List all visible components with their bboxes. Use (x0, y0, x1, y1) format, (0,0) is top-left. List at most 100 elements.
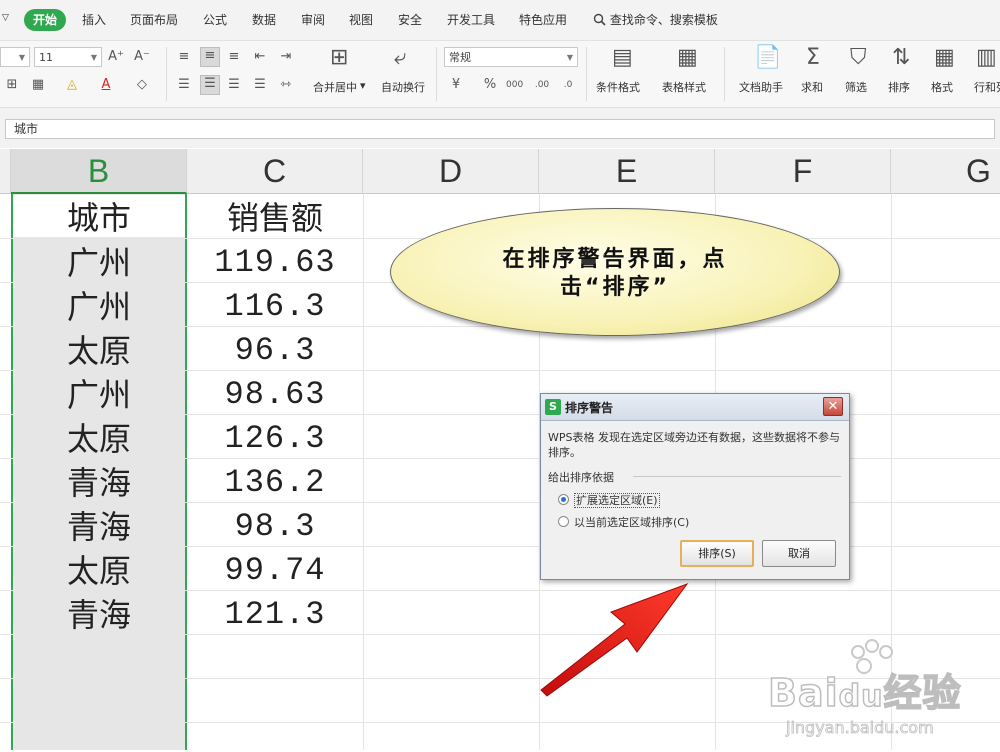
column-header-e[interactable]: E (539, 149, 715, 194)
sum-icon[interactable]: Σ (806, 47, 820, 69)
column-header-c[interactable]: C (187, 149, 363, 194)
doc-assistant-button[interactable]: 文档助手 (739, 79, 783, 95)
wps-logo-icon: S (545, 399, 561, 415)
font-name-combo[interactable]: ▼ (0, 47, 30, 67)
column-header-b[interactable]: B (11, 149, 187, 194)
justify-icon[interactable]: ☰ (252, 77, 268, 93)
doc-assistant-icon[interactable]: 📄 (754, 47, 781, 69)
callout-line-1: 在排序警告界面，点 (502, 247, 728, 272)
indent-increase-icon[interactable]: ⇥ (278, 49, 294, 65)
conditional-format-icon[interactable]: ▤ (612, 47, 633, 69)
tab-view[interactable]: 视图 (349, 11, 373, 28)
tab-home[interactable]: 开始 (24, 9, 66, 31)
chevron-down-icon: ▼ (90, 53, 97, 62)
menu-dropdown-icon[interactable]: ▽ (2, 13, 9, 23)
radio-current-selection[interactable] (558, 516, 569, 527)
cell-c7[interactable]: 136.2 (187, 461, 363, 505)
indent-decrease-icon[interactable]: ⇤ (252, 49, 268, 65)
cancel-button[interactable]: 取消 (762, 540, 836, 567)
cell-c5[interactable]: 98.63 (187, 373, 363, 417)
column-header-d[interactable]: D (363, 149, 539, 194)
cell-b8[interactable]: 青海 (11, 505, 187, 549)
currency-icon[interactable]: ¥ (448, 77, 464, 93)
cell-c2[interactable]: 119.63 (187, 241, 363, 285)
tab-security[interactable]: 安全 (398, 11, 422, 28)
eraser-icon[interactable]: ◇ (134, 77, 150, 93)
sort-warning-dialog: S 排序警告 ✕ WPS表格 发现在选定区域旁边还有数据，这些数据将不参与排序。… (540, 393, 850, 580)
close-icon[interactable]: ✕ (823, 397, 843, 416)
formula-input[interactable]: 城市 (5, 119, 995, 139)
font-color-icon[interactable]: A (98, 77, 114, 93)
search-command[interactable]: 查找命令、搜索模板 (593, 11, 718, 28)
number-format-combo[interactable]: 常规 ▼ (444, 47, 578, 67)
percent-icon[interactable]: % (482, 77, 498, 93)
cell-c6[interactable]: 126.3 (187, 417, 363, 461)
distribute-icon[interactable]: ⇿ (278, 77, 294, 93)
merge-center-button[interactable]: 合并居中 (313, 79, 357, 95)
align-center-icon[interactable]: ☰ (200, 75, 220, 95)
column-header-f[interactable]: F (715, 149, 891, 194)
tab-special[interactable]: 特色应用 (519, 11, 567, 28)
cell-b4[interactable]: 太原 (11, 329, 187, 373)
radio-expand-label[interactable]: 扩展选定区域(E) (574, 492, 660, 508)
sort-button[interactable]: 排序 (888, 79, 910, 95)
align-top-icon[interactable]: ≡ (176, 49, 192, 65)
format-button[interactable]: 格式 (931, 79, 953, 95)
cell-b5[interactable]: 广州 (11, 373, 187, 417)
cell-b1[interactable]: 城市 (11, 196, 187, 240)
chevron-down-icon: ▾ (360, 79, 366, 92)
radio-expand-selection[interactable] (558, 494, 569, 505)
tab-developer[interactable]: 开发工具 (447, 11, 495, 28)
cell-c3[interactable]: 116.3 (187, 285, 363, 329)
cell-b6[interactable]: 太原 (11, 417, 187, 461)
dialog-title: 排序警告 (565, 401, 614, 415)
borders-icon[interactable]: ⊞ (4, 77, 20, 93)
cell-b7[interactable]: 青海 (11, 461, 187, 505)
sort-icon[interactable]: ⇅ (892, 47, 910, 69)
cell-b2[interactable]: 广州 (11, 241, 187, 285)
column-header-a[interactable] (0, 149, 11, 194)
decrease-decimal-icon[interactable]: .0 (560, 77, 576, 93)
dialog-title-bar[interactable]: S 排序警告 ✕ (541, 394, 849, 421)
decrease-font-icon[interactable]: A⁻ (134, 49, 150, 65)
tab-review[interactable]: 审阅 (301, 11, 325, 28)
table-style-icon[interactable]: ▦ (677, 47, 698, 69)
format-icon[interactable]: ▦ (934, 47, 955, 69)
increase-font-icon[interactable]: A⁺ (108, 49, 124, 65)
filter-icon[interactable]: ⛉ (850, 47, 867, 69)
cell-c8[interactable]: 98.3 (187, 505, 363, 549)
wrap-text-button[interactable]: 自动换行 (381, 79, 425, 95)
cell-b10[interactable]: 青海 (11, 593, 187, 637)
row-col-button[interactable]: 行和列 (974, 79, 1000, 95)
fill-color-icon[interactable]: ◬ (64, 77, 80, 93)
cell-c1[interactable]: 销售额 (187, 196, 363, 240)
align-bottom-icon[interactable]: ≡ (226, 49, 242, 65)
align-left-icon[interactable]: ☰ (176, 77, 192, 93)
table-style-button[interactable]: 表格样式 (662, 79, 706, 95)
font-size-combo[interactable]: 11 ▼ (34, 47, 102, 67)
cell-c10[interactable]: 121.3 (187, 593, 363, 637)
tab-insert[interactable]: 插入 (82, 11, 106, 28)
sum-button[interactable]: 求和 (801, 79, 823, 95)
tab-page-layout[interactable]: 页面布局 (130, 11, 178, 28)
cell-b9[interactable]: 太原 (11, 549, 187, 593)
tab-formula[interactable]: 公式 (203, 11, 227, 28)
wrap-text-icon[interactable]: ⤶ (394, 47, 406, 69)
sort-button[interactable]: 排序(S) (680, 540, 754, 567)
cell-c9[interactable]: 99.74 (187, 549, 363, 593)
row-col-icon[interactable]: ▥ (976, 47, 997, 69)
conditional-format-button[interactable]: 条件格式 (596, 79, 640, 95)
filter-button[interactable]: 筛选 (845, 79, 867, 95)
align-right-icon[interactable]: ☰ (226, 77, 242, 93)
cell-c4[interactable]: 96.3 (187, 329, 363, 373)
merge-center-icon[interactable]: ⊞ (330, 47, 348, 69)
thousands-icon[interactable]: 000 (506, 77, 523, 93)
baidu-jingyan-watermark: Baidu经验 jingyan.baidu.com (767, 638, 1000, 748)
increase-decimal-icon[interactable]: .00 (534, 77, 550, 93)
cell-border-icon[interactable]: ▦ (30, 77, 46, 93)
tab-data[interactable]: 数据 (252, 11, 276, 28)
column-header-g[interactable]: G (891, 149, 1000, 194)
radio-current-label[interactable]: 以当前选定区域排序(C) (574, 514, 689, 530)
align-middle-icon[interactable]: ≡ (200, 47, 220, 67)
cell-b3[interactable]: 广州 (11, 285, 187, 329)
